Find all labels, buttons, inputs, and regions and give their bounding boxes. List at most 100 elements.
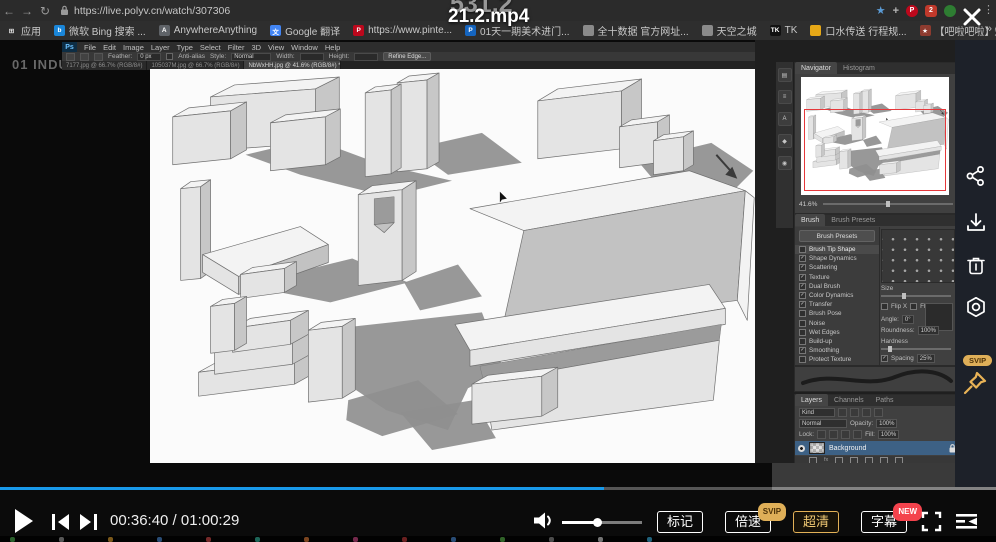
ps-menu-item[interactable]: Filter bbox=[228, 43, 245, 52]
taskbar-app-icon[interactable] bbox=[157, 537, 162, 542]
player-option-button[interactable]: 倍速 SVIP bbox=[725, 511, 771, 533]
bookmark-item[interactable]: b 微软 Bing 搜索 ... bbox=[54, 23, 146, 38]
brush-option-checkbox[interactable] bbox=[799, 255, 806, 262]
volume-knob[interactable] bbox=[593, 518, 602, 527]
bookmark-item[interactable]: 全十数据 官方网址... bbox=[583, 23, 689, 38]
brush-option-row[interactable]: Build-up bbox=[795, 337, 879, 346]
ps-dock-icon[interactable]: ▤ bbox=[778, 68, 792, 82]
svip-pin-icon[interactable] bbox=[962, 370, 988, 396]
volume-icon[interactable] bbox=[534, 512, 555, 529]
feather-field[interactable]: 0 px bbox=[137, 53, 161, 61]
share-icon[interactable] bbox=[965, 165, 987, 187]
flip-x-checkbox[interactable] bbox=[881, 303, 888, 310]
taskbar-app-icon[interactable] bbox=[353, 537, 358, 542]
opacity-field[interactable]: 100% bbox=[876, 419, 897, 428]
brush-option-row[interactable]: Scattering bbox=[795, 263, 879, 272]
ps-dock-icon[interactable]: ≡ bbox=[778, 90, 792, 104]
brush-option-checkbox[interactable] bbox=[799, 264, 806, 271]
forward-icon[interactable]: → bbox=[18, 4, 36, 18]
brush-option-checkbox[interactable] bbox=[799, 356, 806, 363]
lock-pixels-icon[interactable] bbox=[829, 430, 838, 439]
panel-tab[interactable]: Layers bbox=[795, 394, 828, 406]
fill-field[interactable]: 100% bbox=[878, 430, 899, 439]
player-option-button[interactable]: 字幕 NEW bbox=[861, 511, 907, 533]
bookmark-item[interactable]: TK TK bbox=[770, 25, 798, 36]
brush-option-checkbox[interactable] bbox=[799, 320, 806, 327]
taskbar-app-icon[interactable] bbox=[500, 537, 505, 542]
brush-size-slider[interactable] bbox=[881, 295, 951, 297]
taskbar-app-icon[interactable] bbox=[451, 537, 456, 542]
width-field[interactable] bbox=[300, 53, 324, 61]
record-icon[interactable] bbox=[965, 296, 987, 318]
angle-field[interactable]: 0° bbox=[902, 315, 914, 324]
url-field[interactable]: https://live.polyv.cn/watch/307306 bbox=[74, 5, 230, 17]
ps-menu-item[interactable]: Edit bbox=[103, 43, 116, 52]
panel-tab[interactable]: Histogram bbox=[837, 62, 881, 74]
layer-filter-kind-dropdown[interactable]: Kind bbox=[799, 408, 835, 417]
brush-option-row[interactable]: Color Dynamics bbox=[795, 291, 879, 300]
bookmark-item[interactable]: ★ 【吧啦吧啦】知识... bbox=[920, 23, 996, 38]
ps-menu-item[interactable]: Image bbox=[123, 43, 144, 52]
extension-badge-icon[interactable]: 2 bbox=[925, 5, 937, 17]
close-icon[interactable] bbox=[960, 5, 984, 29]
filter-type-icon[interactable] bbox=[862, 408, 871, 417]
navigator-zoom-value[interactable]: 41.6% bbox=[799, 201, 817, 208]
brush-option-checkbox[interactable] bbox=[799, 283, 806, 290]
brush-option-checkbox[interactable] bbox=[799, 310, 806, 317]
lock-all-icon[interactable] bbox=[853, 430, 862, 439]
panel-tab[interactable]: Brush bbox=[795, 214, 825, 226]
spacing-field[interactable]: 25% bbox=[917, 354, 935, 363]
brush-option-checkbox[interactable] bbox=[799, 329, 806, 336]
ps-menu-item[interactable]: Select bbox=[200, 43, 221, 52]
browser-menu-icon[interactable]: ⋮ bbox=[983, 3, 994, 16]
bookmark-item[interactable]: P https://www.pinte... bbox=[353, 25, 452, 36]
bookmark-star-icon[interactable]: ★ bbox=[876, 4, 886, 17]
brush-option-row[interactable]: Transfer bbox=[795, 300, 879, 309]
brush-option-row[interactable]: Noise bbox=[795, 319, 879, 328]
taskbar-app-icon[interactable] bbox=[108, 537, 113, 542]
navigator-zoom-slider[interactable] bbox=[823, 203, 953, 205]
taskbar-app-icon[interactable] bbox=[304, 537, 309, 542]
bookmark-item[interactable]: 文 Google 翻译 bbox=[270, 23, 340, 38]
previous-icon[interactable] bbox=[52, 514, 71, 530]
brush-option-row[interactable]: Dual Brush bbox=[795, 282, 879, 291]
ps-menu-item[interactable]: View bbox=[268, 43, 284, 52]
brush-option-row[interactable]: Protect Texture bbox=[795, 355, 879, 364]
ps-dock-icon[interactable]: ◉ bbox=[778, 156, 792, 170]
ps-menu-item[interactable]: Window bbox=[291, 43, 318, 52]
taskbar-app-icon[interactable] bbox=[647, 537, 652, 542]
brush-presets-button[interactable]: Brush Presets bbox=[799, 230, 875, 242]
panel-tab[interactable]: Paths bbox=[870, 394, 900, 406]
evernote-extension-icon[interactable] bbox=[944, 5, 956, 17]
brush-option-row[interactable]: Smoothing bbox=[795, 346, 879, 355]
bookmarks-overflow-chevron[interactable]: » bbox=[986, 23, 992, 35]
filter-pixel-icon[interactable] bbox=[838, 408, 847, 417]
taskbar-app-icon[interactable] bbox=[402, 537, 407, 542]
ps-dock-icon[interactable]: A bbox=[778, 112, 792, 126]
taskbar-app-icon[interactable] bbox=[206, 537, 211, 542]
refine-edge-button[interactable]: Refine Edge... bbox=[383, 52, 431, 61]
extension-crosshair-icon[interactable]: + bbox=[893, 5, 899, 17]
pinterest-extension-icon[interactable]: P bbox=[906, 5, 918, 17]
brush-option-row[interactable]: Texture bbox=[795, 273, 879, 282]
panel-tab[interactable]: Channels bbox=[828, 394, 870, 406]
taskbar-app-icon[interactable] bbox=[255, 537, 260, 542]
brush-option-row[interactable]: Brush Pose bbox=[795, 309, 879, 318]
panel-tab[interactable]: Brush Presets bbox=[825, 214, 881, 226]
marquee-new-icon[interactable] bbox=[66, 53, 75, 61]
next-icon[interactable] bbox=[78, 514, 97, 530]
reload-icon[interactable]: ↻ bbox=[36, 4, 54, 18]
bookmark-item[interactable]: 天空之城 bbox=[702, 23, 757, 38]
navigator-viewbox[interactable] bbox=[804, 109, 946, 191]
filter-shape-icon[interactable] bbox=[874, 408, 883, 417]
ps-document-tab[interactable]: 7177.jpg @ 66.7% (RGB/8#) bbox=[62, 61, 147, 70]
ps-menu-item[interactable]: Help bbox=[325, 43, 340, 52]
ps-canvas[interactable] bbox=[150, 69, 757, 463]
back-icon[interactable]: ← bbox=[0, 4, 18, 18]
height-field[interactable] bbox=[354, 53, 378, 61]
taskbar-app-icon[interactable] bbox=[59, 537, 64, 542]
volume-slider[interactable] bbox=[562, 521, 642, 524]
layer-visibility-eye-icon[interactable] bbox=[798, 445, 805, 452]
brush-option-row[interactable]: Brush Tip Shape bbox=[795, 245, 879, 254]
play-icon[interactable] bbox=[14, 508, 34, 534]
